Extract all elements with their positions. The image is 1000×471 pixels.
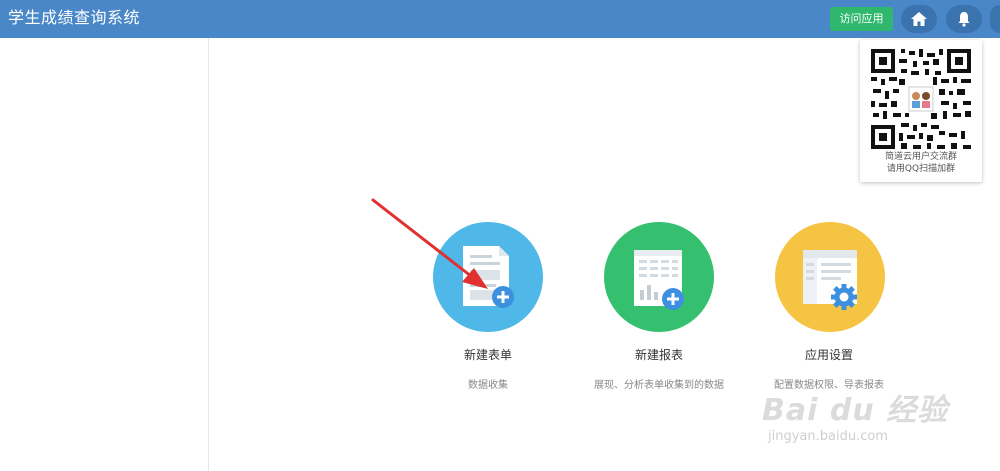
settings-icon [803, 250, 857, 310]
app-settings-circle[interactable] [775, 222, 885, 332]
qr-caption-line2: 请用QQ扫描加群 [886, 164, 956, 174]
home-icon [911, 12, 927, 26]
new-form-icon [463, 246, 514, 308]
notification-button[interactable] [946, 5, 982, 33]
qr-caption-line1: 简道云用户交流群 [884, 152, 957, 162]
app-settings-label[interactable]: 应用设置 [729, 346, 929, 363]
new-form-card[interactable]: 新建表单 数据收集 [388, 222, 588, 402]
visit-app-button[interactable]: 访问应用 [830, 7, 893, 31]
bell-icon [958, 12, 970, 27]
watermark-brand: Bai du 经验 [762, 393, 949, 428]
qq-group-qr-popup: 简道云用户交流群 请用QQ扫描加群 [860, 40, 982, 182]
new-form-description: 数据收集 [468, 380, 508, 391]
new-form-label[interactable]: 新建表单 [388, 346, 588, 363]
sidebar [0, 38, 209, 471]
watermark-url: jingyan.baidu.com [768, 429, 888, 444]
new-report-icon [634, 250, 684, 310]
app-settings-card[interactable]: 应用设置 配置数据权限、导表报表 [729, 222, 929, 402]
new-form-circle[interactable] [433, 222, 543, 332]
user-menu-button[interactable] [990, 5, 1000, 33]
baidu-watermark: Bai du 经验 jingyan.baidu.com [762, 385, 962, 465]
new-report-circle[interactable] [604, 222, 714, 332]
top-header-bar: 学生成绩查询系统 访问应用 [0, 0, 1000, 38]
qr-code-icon [869, 47, 973, 151]
app-title: 学生成绩查询系统 [8, 8, 141, 27]
home-button[interactable] [901, 5, 937, 33]
